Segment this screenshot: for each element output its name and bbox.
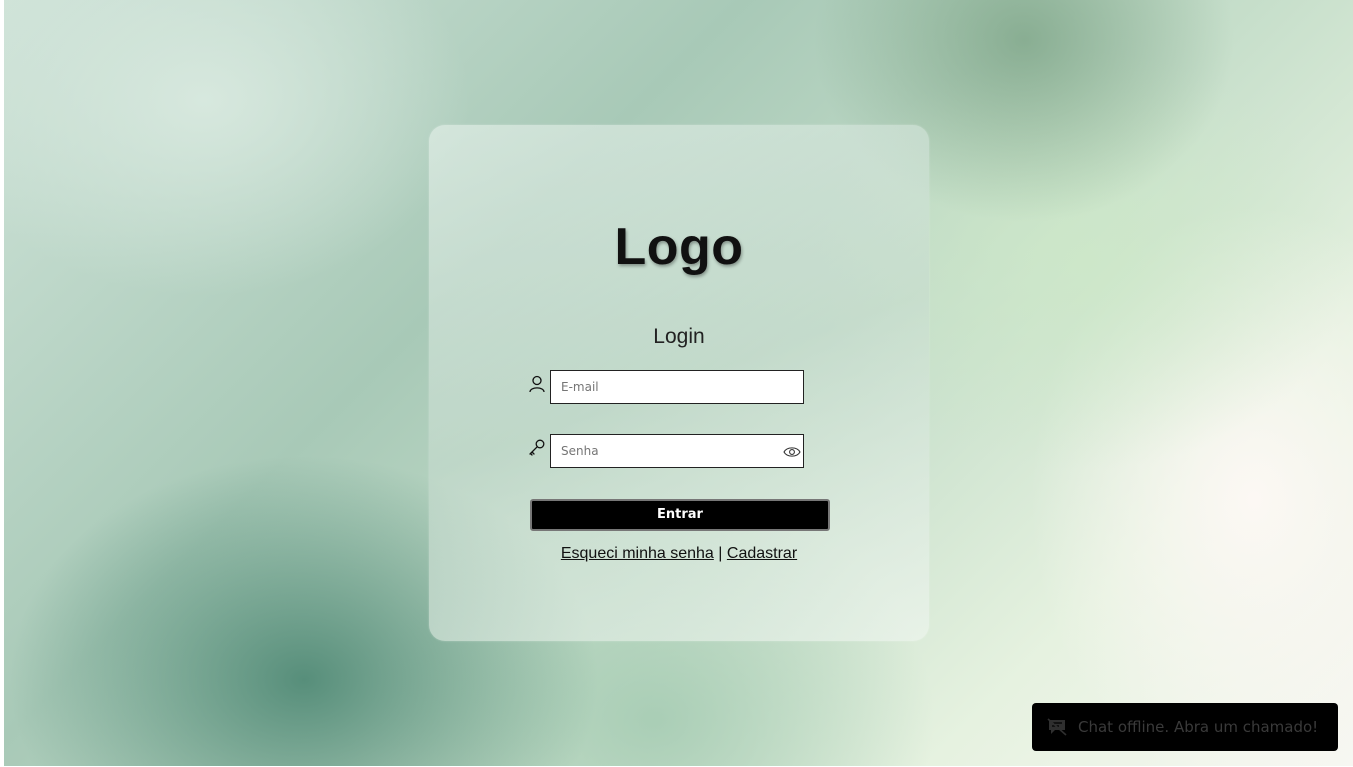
register-link[interactable]: Cadastrar [727, 545, 797, 562]
chat-label: Chat offline. Abra um chamado! [1078, 718, 1319, 736]
email-row [527, 370, 807, 404]
forgot-password-link[interactable]: Esqueci minha senha [561, 545, 714, 562]
login-page: Logo Login Entrar Esqueci minha senha | [4, 0, 1353, 766]
logo: Logo [614, 218, 744, 276]
entrar-button[interactable]: Entrar [530, 499, 830, 531]
chat-widget[interactable]: Chat offline. Abra um chamado! [1032, 703, 1338, 751]
login-card: Logo Login Entrar Esqueci minha senha | [429, 125, 929, 641]
login-title: Login [653, 325, 705, 348]
links-separator: | [718, 545, 723, 562]
key-icon [529, 439, 545, 456]
eye-icon[interactable] [783, 445, 801, 459]
password-row [527, 434, 807, 468]
email-input[interactable] [550, 370, 804, 404]
chat-offline-icon [1047, 718, 1067, 736]
password-input[interactable] [550, 434, 804, 468]
user-icon [529, 375, 545, 393]
auth-links: Esqueci minha senha | Cadastrar [429, 545, 929, 563]
